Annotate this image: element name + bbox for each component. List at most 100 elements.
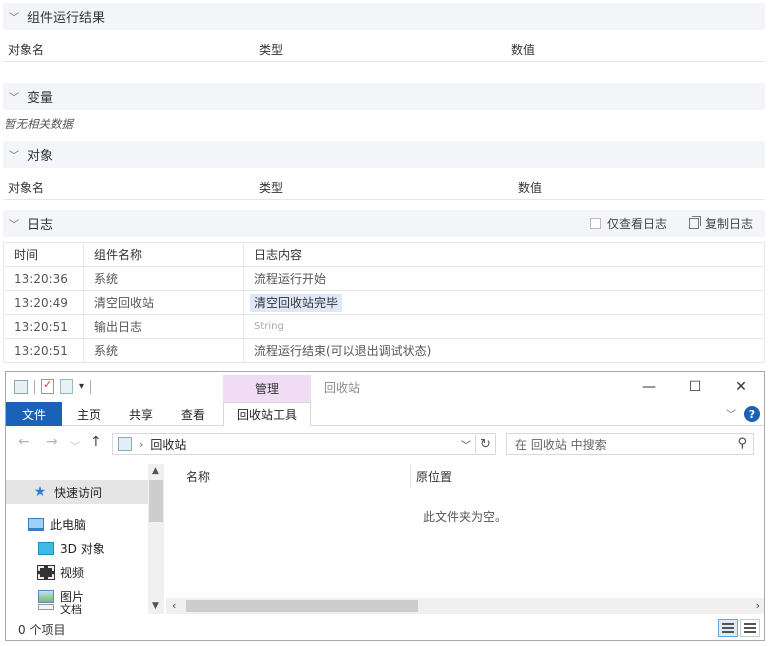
document-icon [38,604,54,610]
log-content-cell[interactable]: 清空回收站完毕 [243,290,765,315]
column-log-content: 日志内容 [243,242,765,267]
scroll-up-icon[interactable]: ▲ [152,466,159,476]
objects-title: 对象 [27,149,54,164]
file-list: 名称 原位置 此文件夹为空。 ‹ › [166,464,764,614]
variables-title: 变量 [27,91,54,106]
computer-icon [28,517,44,531]
customize-toolbar-icon[interactable]: ▾ [79,381,84,392]
checkbox-icon[interactable] [589,218,601,229]
column-header-name[interactable]: 名称 [186,464,210,488]
close-button[interactable]: ✕ [718,375,764,399]
sidebar-item-label: 快速访问 [54,485,103,500]
cube-icon [38,541,54,555]
column-value: 数值 [511,43,536,57]
horizontal-scrollbar[interactable]: ‹ › [166,598,764,614]
address-path[interactable]: 回收站 [150,436,186,453]
scroll-down-icon[interactable]: ▼ [152,601,159,611]
sidebar-item-label: 图片 [60,589,85,604]
log-time: 13:20:36 [3,266,84,291]
window-title: 回收站 [324,381,361,395]
help-icon[interactable]: ? [744,406,760,422]
column-type: 类型 [259,43,284,57]
maximize-button[interactable]: ☐ [672,375,718,399]
column-object-name: 对象名 [8,181,45,195]
search-input[interactable]: 在 回收站 中搜索 ⚲ [506,433,754,455]
column-type: 类型 [259,181,284,195]
refresh-icon[interactable]: ↻ [476,433,496,455]
nav-scrollbar[interactable]: ▲ ▼ [148,464,164,614]
recent-locations-icon[interactable]: ﹀ [70,438,80,453]
address-field[interactable]: › 回收站 ﹀ [112,433,476,455]
copy-log-button[interactable]: 复制日志 [688,215,753,232]
search-placeholder[interactable]: 在 回收站 中搜索 [515,436,607,453]
manage-contextual-tab[interactable]: 管理 [223,375,311,402]
column-value: 数值 [518,181,543,195]
sidebar-item-label: 视频 [60,565,85,580]
arrow-right-icon[interactable]: → [46,434,58,450]
log-actions: 仅查看日志 复制日志 [589,210,753,237]
log-content-selected[interactable]: 清空回收站完毕 [250,294,343,312]
column-object-name: 对象名 [8,43,45,57]
divider[interactable] [410,464,411,488]
chevron-right-icon[interactable]: › [139,438,143,451]
variables-empty-text: 暂无相关数据 [4,117,73,131]
search-icon[interactable]: ⚲ [737,436,747,451]
run-results-title: 组件运行结果 [27,11,106,26]
minimize-button[interactable]: — [626,375,672,399]
item-count: 0 个项目 [18,622,66,637]
only-view-log-toggle[interactable]: 仅查看日志 [589,215,667,232]
tab-view[interactable]: 查看 [172,402,214,426]
tab-file[interactable]: 文件 [6,402,62,426]
log-time: 13:20:51 [3,314,84,339]
table-row: 13:20:49 清空回收站 清空回收站完毕 [3,290,765,315]
chevron-down-icon: ﹀ [9,220,19,231]
tab-share[interactable]: 共享 [120,402,162,426]
chevron-down-icon: ﹀ [9,13,19,24]
run-results-header[interactable]: ﹀ 组件运行结果 [3,3,765,30]
tab-home[interactable]: 主页 [68,402,110,426]
new-folder-icon[interactable] [60,379,73,394]
scroll-right-icon[interactable]: › [756,599,760,612]
log-table: 时间 组件名称 日志内容 13:20:36 系统 流程运行开始 13:20:49… [3,242,765,363]
column-header-original-location[interactable]: 原位置 [416,464,452,488]
copy-log-label: 复制日志 [704,217,753,231]
ribbon-tabs: 文件 主页 共享 查看 回收站工具 ﹀ ? [6,402,764,426]
scroll-left-icon[interactable]: ‹ [172,599,176,612]
arrow-up-icon[interactable]: ↑ [90,434,102,450]
arrow-left-icon[interactable]: ← [18,434,30,450]
log-component: 清空回收站 [83,290,244,315]
sidebar-item-this-pc[interactable]: 此电脑 [6,512,86,536]
star-icon: ★ [33,483,47,500]
log-time: 13:20:49 [3,290,84,315]
table-row: 13:20:36 系统 流程运行开始 [3,266,765,291]
details-view-icon[interactable] [718,619,738,637]
sidebar-item-videos[interactable]: 视频 [6,560,84,584]
variables-header[interactable]: ﹀ 变量 [3,83,765,110]
recycle-bin-icon[interactable] [14,379,28,394]
scroll-thumb[interactable] [186,600,418,612]
sidebar-item-documents[interactable]: 文档 [6,604,82,614]
log-content: String [243,314,765,339]
only-view-log-label: 仅查看日志 [606,217,667,231]
log-table-header: 时间 组件名称 日志内容 [3,242,765,267]
objects-header[interactable]: ﹀ 对象 [3,141,765,168]
sidebar-item-quick-access[interactable]: ★ 快速访问 [6,480,148,504]
copy-icon [688,216,701,229]
properties-icon[interactable] [41,378,54,394]
log-title: 日志 [27,218,54,233]
large-icons-view-icon[interactable] [740,619,760,637]
sidebar-item-3d-objects[interactable]: 3D 对象 [6,536,105,560]
log-content: 流程运行开始 [243,266,765,291]
title-bar[interactable]: ▾ 管理 回收站 — ☐ ✕ [6,372,764,402]
log-time: 13:20:51 [3,338,84,363]
quick-access-toolbar: ▾ [14,378,92,394]
scroll-thumb[interactable] [149,480,163,522]
expand-ribbon-icon[interactable]: ﹀ [726,406,736,421]
film-icon [37,564,55,580]
sidebar-item-label: 3D 对象 [60,541,105,556]
chevron-down-icon[interactable]: ﹀ [461,437,471,452]
tab-recycle-bin-tools[interactable]: 回收站工具 [223,402,311,426]
log-component: 输出日志 [83,314,244,339]
log-header[interactable]: ﹀ 日志 仅查看日志 复制日志 [3,210,765,237]
divider [90,379,92,394]
